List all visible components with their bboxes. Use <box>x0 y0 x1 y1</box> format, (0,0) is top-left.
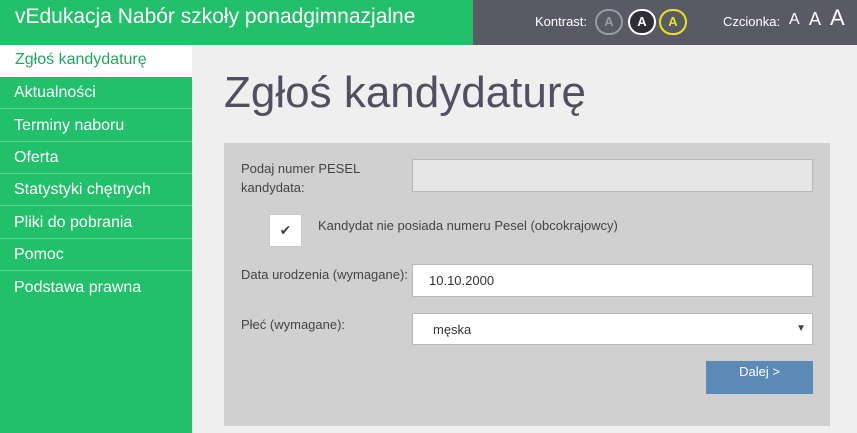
sidebar-item-statystyki-chetnych[interactable]: Statystyki chętnych <box>0 174 192 206</box>
pesel-label-line2: kandydata: <box>241 180 305 195</box>
font-medium-button[interactable]: A <box>809 9 821 30</box>
birthdate-input[interactable]: 10.10.2000 <box>412 264 813 297</box>
pesel-label-line1: Podaj numer PESEL <box>241 161 361 176</box>
next-button[interactable]: Dalej > <box>706 361 813 394</box>
gender-label: Płeć (wymagane): <box>241 317 346 332</box>
gender-select-value: męska <box>433 322 472 337</box>
sidebar-item-podstawa-prawna[interactable]: Podstawa prawna <box>0 272 192 304</box>
chevron-down-icon: ▼ <box>796 323 806 334</box>
sidebar-item-terminy-naboru[interactable]: Terminy naboru <box>0 110 192 142</box>
app-title: vEdukacja Nabór szkoły ponadgimnazjalne <box>15 5 416 28</box>
font-small-button[interactable]: A <box>789 11 800 29</box>
accessibility-bar: Kontrast: A A A Czcionka: A A A <box>473 0 857 45</box>
contrast-yellow-button[interactable]: A <box>659 9 687 35</box>
contrast-label: Kontrast: <box>535 14 588 29</box>
checkmark-icon: ✔ <box>279 222 292 238</box>
gender-select[interactable]: męska ▼ <box>412 313 813 345</box>
page-title: Zgłoś kandydaturę <box>224 68 586 117</box>
font-large-button[interactable]: A <box>830 5 845 31</box>
sidebar-item-aktualnosci[interactable]: Aktualności <box>0 77 192 109</box>
sidebar-item-oferta[interactable]: Oferta <box>0 142 192 174</box>
header-brand-bar: vEdukacja Nabór szkoły ponadgimnazjalne <box>0 0 473 45</box>
sidebar-item-zglos-kandydature[interactable]: Zgłoś kandydaturę <box>0 45 192 77</box>
birthdate-label: Data urodzenia (wymagane): <box>241 267 408 282</box>
contrast-high-button[interactable]: A <box>628 9 656 35</box>
pesel-input[interactable] <box>412 159 813 192</box>
font-size-label: Czcionka: <box>723 14 781 29</box>
sidebar-item-pomoc[interactable]: Pomoc <box>0 239 192 271</box>
contrast-default-button[interactable]: A <box>595 9 623 35</box>
sidebar-item-pliki-do-pobrania[interactable]: Pliki do pobrania <box>0 207 192 239</box>
no-pesel-checkbox-label: Kandydat nie posiada numeru Pesel (obcok… <box>318 218 618 233</box>
no-pesel-checkbox[interactable]: ✔ <box>269 214 302 247</box>
